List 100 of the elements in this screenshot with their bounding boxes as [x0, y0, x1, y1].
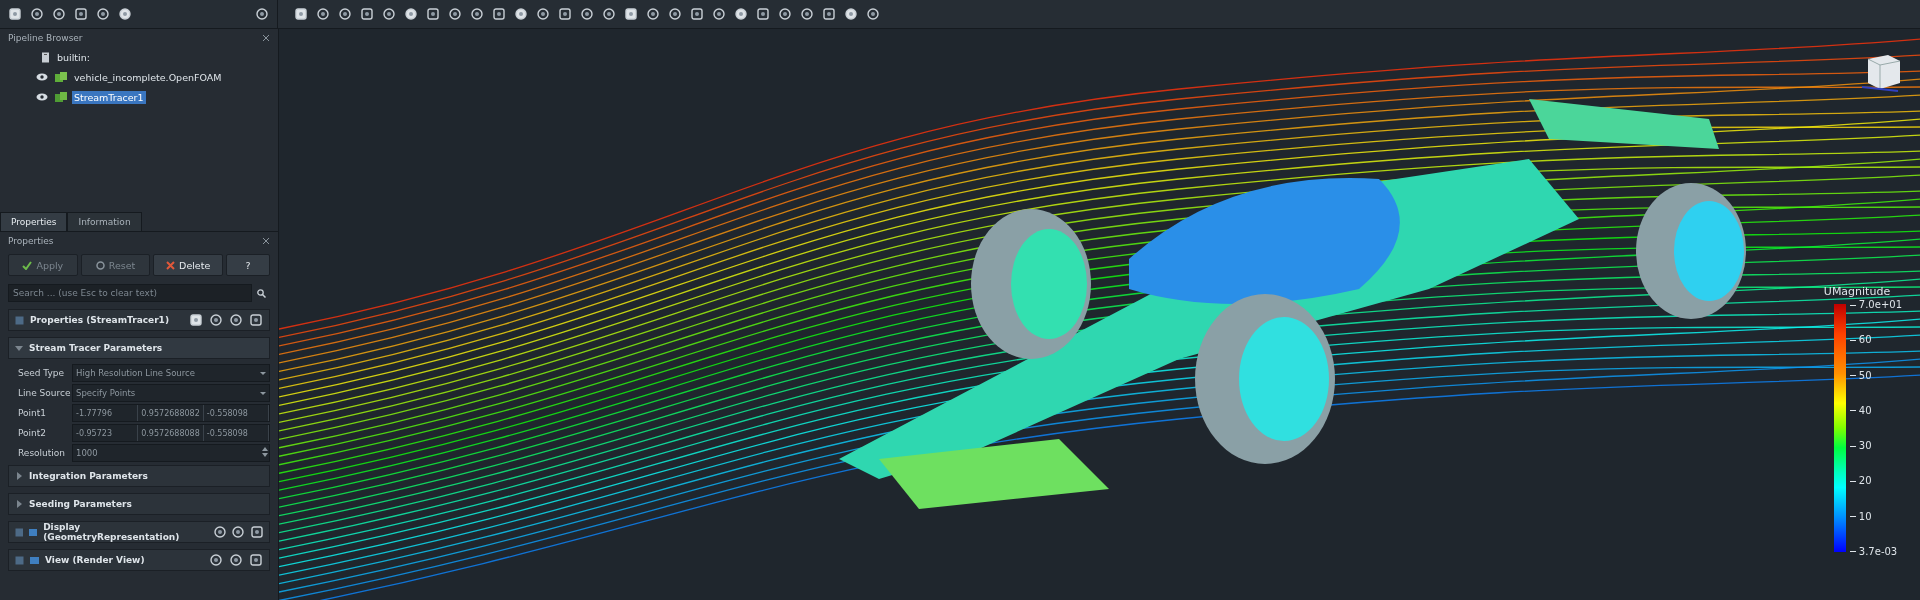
- field-label: Line Source: [18, 388, 72, 398]
- tool-icon[interactable]: [209, 313, 223, 327]
- field-label: Point1: [18, 408, 48, 418]
- tool-icon[interactable]: [558, 7, 572, 21]
- tool-icon[interactable]: [404, 7, 418, 21]
- search-icon[interactable]: [256, 288, 266, 298]
- spinner-icon: [261, 445, 269, 459]
- legend-title: UMagnitude: [1823, 285, 1891, 298]
- section-title: Integration Parameters: [29, 471, 148, 481]
- tool-icon[interactable]: [255, 7, 269, 21]
- section-title: View (Render View): [45, 555, 145, 565]
- tool-icon[interactable]: [209, 553, 223, 567]
- tool-icon[interactable]: [229, 313, 243, 327]
- number-field[interactable]: 0.9572688082: [138, 405, 204, 421]
- tool-icon[interactable]: [646, 7, 660, 21]
- tool-icon[interactable]: [338, 7, 352, 21]
- scale-label: 50: [1858, 369, 1872, 381]
- tool-icon[interactable]: [118, 7, 132, 21]
- dropdown[interactable]: Specify Points: [72, 384, 270, 402]
- tool-icon[interactable]: [712, 7, 726, 21]
- caret-icon: [260, 371, 266, 375]
- tool-icon[interactable]: [492, 7, 506, 21]
- pipeline-item[interactable]: StreamTracer1: [72, 90, 146, 104]
- tool-icon[interactable]: [800, 7, 814, 21]
- server-icon: [41, 51, 50, 63]
- scale-label: 30: [1858, 440, 1872, 452]
- tool-icon[interactable]: [30, 7, 44, 21]
- tool-icon[interactable]: [52, 7, 66, 21]
- tool-icon[interactable]: [514, 7, 528, 21]
- tool-icon[interactable]: [602, 7, 616, 21]
- tool-icon[interactable]: [8, 7, 22, 21]
- tool-icon[interactable]: [756, 7, 770, 21]
- eye-icon[interactable]: [36, 93, 48, 101]
- tool-icon[interactable]: [470, 7, 484, 21]
- section-title: Properties (StreamTracer1): [30, 315, 169, 325]
- search-field[interactable]: Search ... (use Esc to clear text): [8, 284, 252, 302]
- tool-icon[interactable]: [189, 313, 203, 327]
- pipeline-item[interactable]: builtin:: [55, 50, 92, 64]
- tool-icon[interactable]: [249, 553, 263, 567]
- tool-icon[interactable]: [213, 525, 226, 539]
- scale-label: 10: [1858, 510, 1872, 522]
- checkbox-icon[interactable]: [15, 555, 24, 565]
- section-title: Seeding Parameters: [29, 499, 132, 509]
- tool-icon[interactable]: [426, 7, 440, 21]
- tool-icon[interactable]: [382, 7, 396, 21]
- tool-icon[interactable]: [844, 7, 858, 21]
- number-field[interactable]: 0.9572688088: [138, 425, 204, 441]
- scale-label: 20: [1858, 475, 1872, 487]
- help-button[interactable]: ?: [226, 254, 270, 276]
- tab[interactable]: Properties: [0, 212, 68, 231]
- tool-icon[interactable]: [668, 7, 682, 21]
- delete-button[interactable]: Delete: [153, 254, 223, 276]
- check-icon: [22, 260, 33, 270]
- tool-icon[interactable]: [866, 7, 880, 21]
- tool-icon[interactable]: [360, 7, 374, 21]
- tool-icon[interactable]: [74, 7, 88, 21]
- checkbox-icon[interactable]: [15, 527, 24, 537]
- dropdown[interactable]: High Resolution Line Source: [72, 364, 270, 382]
- tool-icon[interactable]: [250, 525, 263, 539]
- number-field[interactable]: -1.77796: [73, 405, 139, 421]
- checkbox-icon[interactable]: [15, 315, 24, 325]
- tool-icon[interactable]: [448, 7, 462, 21]
- collapsed-arrow-icon[interactable]: [15, 472, 23, 480]
- tab[interactable]: Information: [67, 212, 142, 231]
- tool-icon[interactable]: [624, 7, 638, 21]
- tool-icon[interactable]: [249, 313, 263, 327]
- section-title: Display (GeometryRepresentation): [43, 522, 181, 542]
- tool-icon[interactable]: [229, 553, 243, 567]
- collapsed-arrow-icon[interactable]: [15, 500, 23, 508]
- field-label: Resolution: [18, 448, 67, 458]
- tool-icon[interactable]: [690, 7, 704, 21]
- number-field[interactable]: -0.558098: [203, 405, 269, 421]
- tool-icon[interactable]: [778, 7, 792, 21]
- field-label: Point2: [18, 428, 48, 438]
- cubes-icon: [55, 91, 67, 103]
- field-label: Seed Type: [18, 368, 66, 378]
- eye-icon[interactable]: [36, 73, 48, 81]
- cubes-icon: [55, 71, 67, 83]
- spin-box[interactable]: 1000: [72, 444, 270, 462]
- tool-icon[interactable]: [96, 7, 110, 21]
- scale-label: 40: [1858, 404, 1872, 416]
- tool-icon[interactable]: [294, 7, 308, 21]
- tool-icon[interactable]: [734, 7, 748, 21]
- expanded-arrow-icon[interactable]: [15, 344, 23, 352]
- tool-icon[interactable]: [536, 7, 550, 21]
- caret-icon: [260, 391, 266, 395]
- folder-icon: [29, 528, 38, 536]
- number-field[interactable]: -0.95723: [73, 425, 139, 441]
- number-field[interactable]: -0.558098: [203, 425, 269, 441]
- folder-icon: [30, 556, 39, 564]
- pipeline-item[interactable]: vehicle_incomplete.OpenFOAM: [72, 70, 224, 84]
- tool-icon[interactable]: [580, 7, 594, 21]
- panel-title: Properties: [8, 236, 54, 246]
- tool-icon[interactable]: [316, 7, 330, 21]
- close-icon[interactable]: [262, 34, 270, 42]
- panel-title: Pipeline Browser: [8, 33, 83, 43]
- close-icon: [166, 260, 176, 270]
- tool-icon[interactable]: [231, 525, 245, 539]
- tool-icon[interactable]: [822, 7, 836, 21]
- close-icon[interactable]: [262, 237, 270, 245]
